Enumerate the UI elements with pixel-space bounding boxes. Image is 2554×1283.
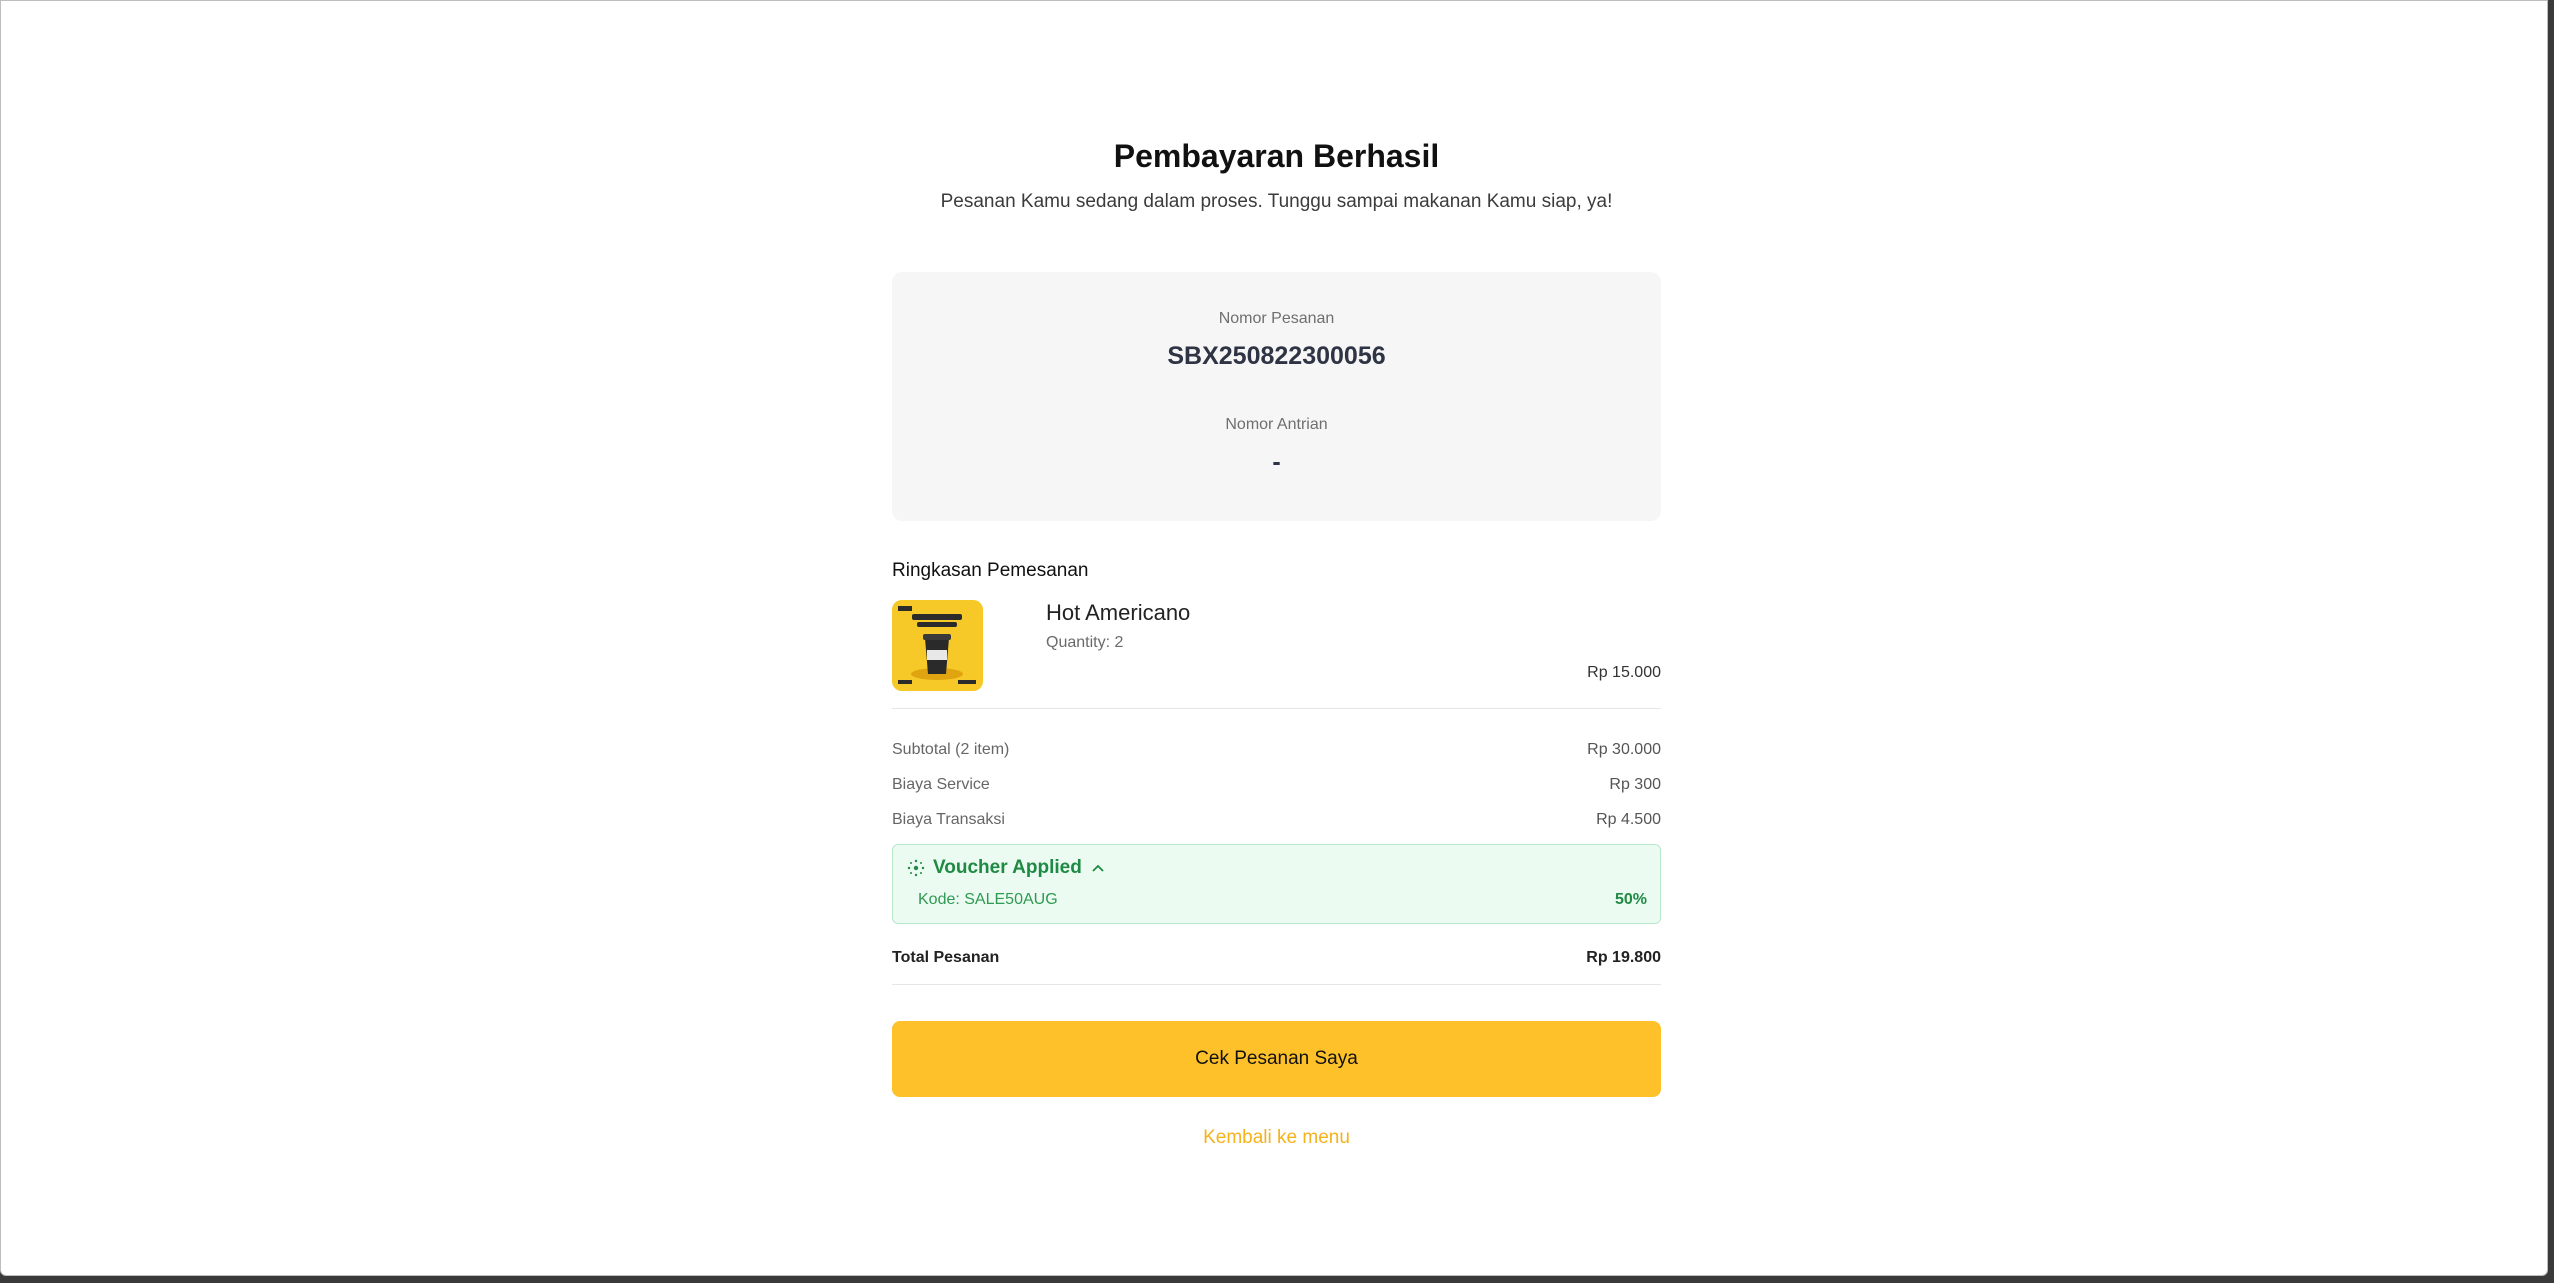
service-fee-row: Biaya Service Rp 300	[892, 774, 1661, 809]
total-value: Rp 19.800	[1586, 949, 1661, 966]
price-breakdown: Subtotal (2 item) Rp 30.000 Biaya Servic…	[892, 739, 1661, 844]
voucher-discount: 50%	[1614, 891, 1647, 908]
order-number-value: SBX250822300056	[1167, 342, 1386, 370]
page-title: Pembayaran Berhasil	[1113, 138, 1440, 174]
subtotal-row: Subtotal (2 item) Rp 30.000	[892, 739, 1661, 774]
service-fee-value: Rp 300	[1609, 776, 1661, 793]
check-order-button[interactable]: Cek Pesanan Saya	[892, 1021, 1661, 1097]
coffee-promo-thumbnail-icon	[892, 600, 983, 691]
list-item: Hot Americano Quantity: 2 Rp 15.000	[892, 600, 1661, 709]
voucher-title: Voucher Applied	[933, 857, 1082, 878]
chevron-up-icon	[1092, 864, 1104, 872]
total-label: Total Pesanan	[892, 949, 1000, 966]
order-summary-title: Ringkasan Pemesanan	[892, 560, 1089, 581]
item-name: Hot Americano	[1046, 600, 1191, 625]
subtotal-value: Rp 30.000	[1587, 741, 1661, 758]
transaction-fee-value: Rp 4.500	[1596, 811, 1661, 828]
page-subtitle: Pesanan Kamu sedang dalam proses. Tunggu…	[940, 191, 1613, 212]
order-number-label: Nomor Pesanan	[1218, 310, 1335, 327]
voucher-code: Kode: SALE50AUG	[918, 891, 1058, 908]
payment-success-panel: Pembayaran Berhasil Pesanan Kamu sedang …	[892, 131, 1661, 1149]
transaction-fee-row: Biaya Transaksi Rp 4.500	[892, 809, 1661, 844]
queue-number-label: Nomor Antrian	[1225, 416, 1328, 433]
subtotal-label: Subtotal (2 item)	[892, 741, 1010, 758]
item-quantity: Quantity: 2	[1046, 634, 1124, 651]
voucher-toggle[interactable]: Voucher Applied	[907, 857, 1114, 879]
total-row: Total Pesanan Rp 19.800	[892, 949, 1661, 985]
order-info-card: Nomor Pesanan SBX250822300056 Nomor Antr…	[892, 272, 1661, 521]
voucher-box: Voucher Applied Kode: SALE50AUG 50%	[892, 844, 1661, 924]
queue-number-value: -	[1272, 448, 1281, 476]
service-fee-label: Biaya Service	[892, 776, 990, 793]
transaction-fee-label: Biaya Transaksi	[892, 811, 1005, 828]
sparkle-icon	[907, 859, 925, 877]
back-to-menu-link[interactable]: Kembali ke menu	[892, 1127, 1661, 1149]
item-price: Rp 15.000	[1587, 664, 1661, 681]
app-window: Pembayaran Berhasil Pesanan Kamu sedang …	[0, 0, 2548, 1276]
